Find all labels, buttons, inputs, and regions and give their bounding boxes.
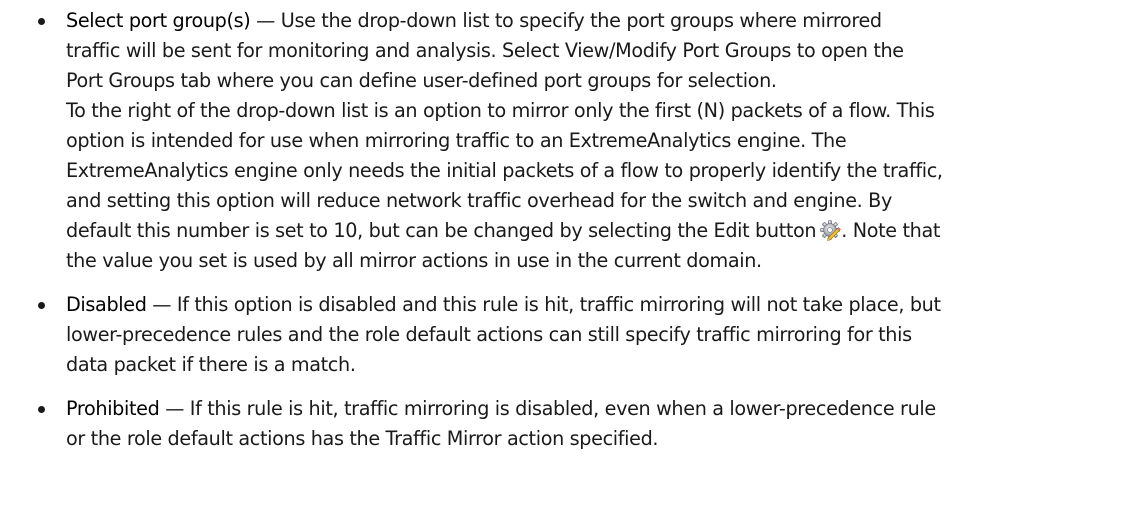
bullet — [38, 18, 45, 25]
text-line: Select port group(s) — Use the drop-down… — [66, 9, 882, 32]
term-select-port-groups: Select port group(s) — [66, 9, 251, 32]
text-line: option is intended for use when mirrorin… — [66, 129, 847, 152]
term-prohibited: Prohibited — [66, 397, 160, 420]
term-disabled: Disabled — [66, 293, 147, 316]
bullet — [38, 406, 45, 413]
text-line: lower-precedence rules and the role defa… — [66, 323, 912, 346]
text-line: and setting this option will reduce netw… — [66, 189, 892, 212]
text-line: data packet if there is a match. — [66, 353, 356, 376]
text-line: the value you set is used by all mirror … — [66, 249, 762, 272]
text-line: or the role default actions has the Traf… — [66, 427, 659, 450]
text-line: ExtremeAnalytics engine only needs the i… — [66, 159, 943, 182]
document-body: Select port group(s) — Use the drop-down… — [0, 6, 1125, 454]
text-line: To the right of the drop-down list is an… — [66, 99, 935, 122]
text-line: Disabled — If this option is disabled an… — [66, 293, 941, 316]
edit-gear-icon — [819, 219, 842, 241]
text-line: Port Groups tab where you can define use… — [66, 69, 777, 92]
text-line: Prohibited — If this rule is hit, traffi… — [66, 397, 936, 420]
text-line: default this number is set to 10, but ca… — [66, 219, 941, 242]
list-item-select-port-groups: Select port group(s) — Use the drop-down… — [0, 6, 1125, 276]
list-item-disabled: Disabled — If this option is disabled an… — [0, 290, 1125, 380]
bullet — [38, 302, 45, 309]
text-line: traffic will be sent for monitoring and … — [66, 39, 904, 62]
list-item-prohibited: Prohibited — If this rule is hit, traffi… — [0, 394, 1125, 454]
